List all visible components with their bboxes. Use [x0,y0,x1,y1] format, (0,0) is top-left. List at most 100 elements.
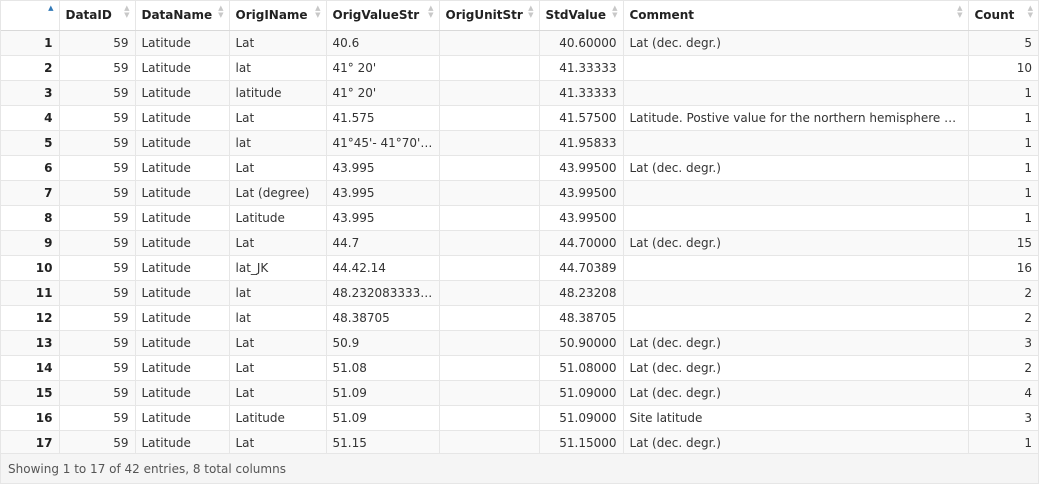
table-row[interactable]: 13 59 Latitude Lat 50.9 50.90000 Lat (dec. deg… [1,330,1038,356]
cell-origvaluestr: 43.995 [326,205,440,231]
cell-origvaluestr: 51.15 [326,430,440,453]
cell-dataname: Latitude [135,305,230,331]
cell-originame: Lat [229,380,327,406]
row-number: 1 [1,30,60,56]
cell-origunitstr [439,205,540,231]
sort-icon[interactable]: ▲ ▼ [612,5,617,19]
sort-icon[interactable]: ▲ ▼ [124,5,129,19]
cell-dataid: 59 [59,305,136,331]
cell-comment [623,280,969,306]
row-number: 4 [1,105,60,131]
table-row[interactable]: 6 59 Latitude Lat 43.995 43.99500 Lat (dec. de… [1,155,1038,181]
cell-originame: Latitude [229,405,327,431]
table-row[interactable]: 10 59 Latitude lat_JK 44.42.14 44.70389 16 [1,255,1038,281]
cell-dataid: 59 [59,280,136,306]
cell-originame: lat [229,280,327,306]
cell-dataid: 59 [59,430,136,453]
table-body: 1 59 Latitude Lat 40.6 40.60000 Lat (dec. degr… [1,30,1038,453]
cell-dataid: 59 [59,30,136,56]
cell-stdvalue: 51.08000 [539,355,624,381]
row-number: 8 [1,205,60,231]
cell-dataname: Latitude [135,380,230,406]
cell-originame: Lat [229,430,327,453]
sort-icon[interactable]: ▲ ▼ [428,5,433,19]
table-row[interactable]: 12 59 Latitude lat 48.38705 48.38705 2 [1,305,1038,331]
column-header-origunitstr[interactable]: OrigUnitStr ▲ ▼ [439,1,540,31]
data-table: ▲ DataID ▲ ▼ DataName ▲ ▼ OrigIName ▲ ▼ Ori… [0,0,1039,454]
table-row[interactable]: 1159Latitudelat48.2320833333333 48.23208 2 [1,280,1038,306]
cell-dataid: 59 [59,80,136,106]
cell-dataname: Latitude [135,230,230,256]
table-row[interactable]: 7 59 Latitude Lat (degree) 43.995 43.99500 1 [1,180,1038,206]
row-number: 3 [1,80,60,106]
row-number: 2 [1,55,60,81]
table-row[interactable]: 16 59 Latitude Latitude 51.09 51.09000 Site la… [1,405,1038,431]
cell-dataname: Latitude [135,355,230,381]
cell-dataid: 59 [59,180,136,206]
table-row[interactable]: 8 59 Latitude Latitude 43.995 43.99500 1 [1,205,1038,231]
table-row[interactable]: 9 59 Latitude Lat 44.7 44.70000 Lat (dec. degr… [1,230,1038,256]
cell-origunitstr [439,405,540,431]
column-header-dataname[interactable]: DataName ▲ ▼ [135,1,230,31]
cell-stdvalue: 51.15000 [539,430,624,453]
cell-originame: Lat [229,355,327,381]
column-header-count[interactable]: Count ▲ ▼ [968,1,1038,31]
cell-dataid: 59 [59,405,136,431]
sort-icon[interactable]: ▲ ▼ [315,5,320,19]
cell-comment: Lat (dec. degr.) [623,430,969,453]
cell-origunitstr [439,255,540,281]
table-row[interactable]: 17 59 Latitude Lat 51.15 51.15000 Lat (dec. de… [1,430,1038,453]
cell-stdvalue: 51.09000 [539,380,624,406]
sort-icon[interactable]: ▲ [48,5,53,12]
cell-stdvalue: 40.60000 [539,30,624,56]
cell-stdvalue: 48.38705 [539,305,624,331]
column-header-origvaluestr[interactable]: OrigValueStr ▲ ▼ [326,1,440,31]
column-header-label: DataID [65,8,112,23]
row-number: 12 [1,305,60,331]
cell-comment [623,80,969,106]
table-row[interactable]: 2 59 Latitude lat 41° 20' 41.33333 10 [1,55,1038,81]
cell-origunitstr [439,305,540,331]
table-row[interactable]: 15 59 Latitude Lat 51.09 51.09000 Lat (dec. de… [1,380,1038,406]
cell-dataname: Latitude [135,430,230,453]
cell-count: 1 [968,205,1038,231]
cell-origunitstr [439,355,540,381]
cell-stdvalue: 41.33333 [539,80,624,106]
cell-origvaluestr: 51.09 [326,380,440,406]
sort-icon[interactable]: ▲ ▼ [1028,5,1033,19]
cell-dataid: 59 [59,380,136,406]
cell-origunitstr [439,130,540,156]
table-row[interactable]: 3 59 Latitude latitude 41° 20' 41.33333 1 [1,80,1038,106]
column-header-comment[interactable]: Comment ▲ ▼ [623,1,969,31]
column-header-stdvalue[interactable]: StdValue ▲ ▼ [539,1,624,31]
table-row[interactable]: 1 59 Latitude Lat 40.6 40.60000 Lat (dec. degr… [1,30,1038,56]
cell-origvaluestr: 51.09 [326,405,440,431]
cell-dataname: Latitude [135,105,230,131]
cell-dataname: Latitude [135,180,230,206]
cell-origvaluestr: 44.7 [326,230,440,256]
cell-comment [623,130,969,156]
row-number: 13 [1,330,60,356]
table-row[interactable]: 5 59 Latitude lat 41°45'- 41°70' N 41.95833 1 [1,130,1038,156]
cell-dataid: 59 [59,205,136,231]
cell-origvaluestr: 44.42.14 [326,255,440,281]
table-row[interactable]: 4 59 Latitude Lat 41.575 41.57500 Latitude. Po… [1,105,1038,131]
row-number: 15 [1,380,60,406]
row-number: 11 [1,280,60,306]
column-header-rownames[interactable]: ▲ [1,1,60,31]
cell-stdvalue: 50.90000 [539,330,624,356]
cell-count: 3 [968,405,1038,431]
cell-count: 5 [968,30,1038,56]
cell-origvaluestr: 40.6 [326,30,440,56]
table-row[interactable]: 14 59 Latitude Lat 51.08 51.08000 Lat (dec. de… [1,355,1038,381]
sort-icon[interactable]: ▲ ▼ [957,5,962,19]
sort-icon[interactable]: ▲ ▼ [528,5,533,19]
cell-originame: latitude [229,80,327,106]
sort-icon[interactable]: ▲ ▼ [218,5,223,19]
column-header-originame[interactable]: OrigIName ▲ ▼ [229,1,327,31]
cell-comment [623,55,969,81]
column-header-dataid[interactable]: DataID ▲ ▼ [59,1,136,31]
cell-origvaluestr: 50.9 [326,330,440,356]
cell-comment: Latitude. Postive value for the northern… [623,105,969,131]
cell-stdvalue: 41.95833 [539,130,624,156]
